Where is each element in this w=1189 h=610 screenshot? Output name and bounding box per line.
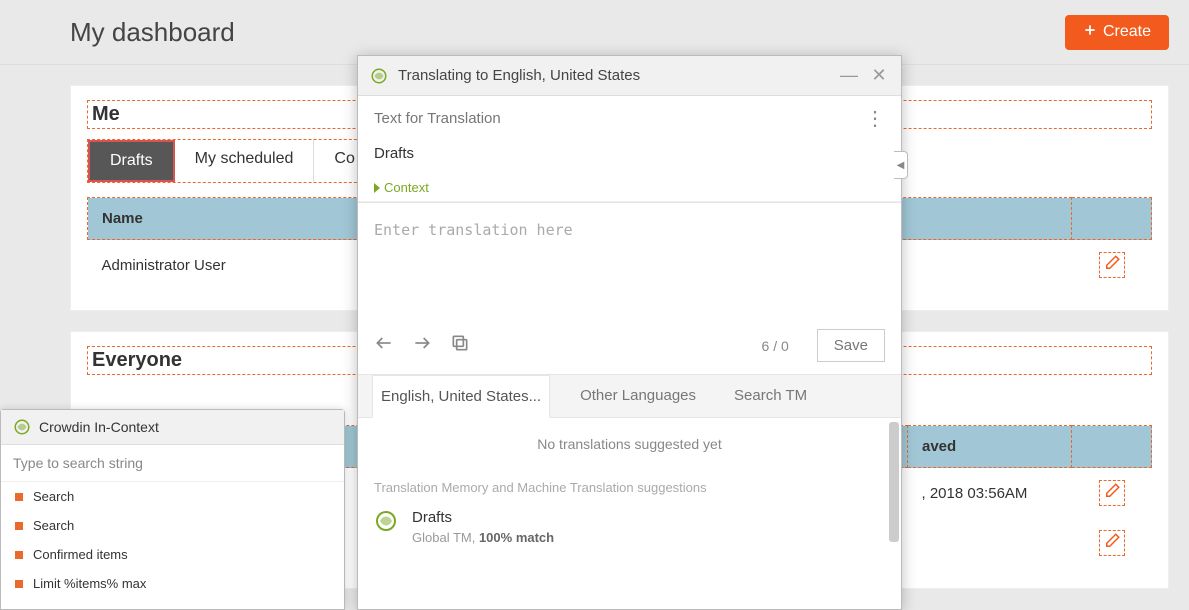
crowdin-item-label: Limit %items% max [33,576,146,591]
tab-drafts[interactable]: Drafts [88,140,175,182]
expand-handle[interactable]: ◀ [894,151,908,179]
crowdin-side-panel: Crowdin In-Context Type to search string… [0,409,345,610]
translation-input[interactable] [358,202,901,317]
more-menu-button[interactable]: ⋮ [865,115,885,123]
scrollbar[interactable] [889,422,899,542]
minimize-button[interactable]: — [839,65,859,86]
square-marker-icon [15,493,23,501]
no-suggestions-text: No translations suggested yet [374,436,885,452]
crowdin-logo-icon [374,509,398,533]
page-title: My dashboard [70,17,235,48]
crowdin-search-input[interactable]: Type to search string [1,445,344,482]
square-marker-icon [15,551,23,559]
text-for-translation-label: Text for Translation [374,110,501,127]
crowdin-logo-icon [13,418,31,436]
save-button[interactable]: Save [817,329,885,362]
suggestion-tab-search-tm[interactable]: Search TM [726,375,815,417]
tab-my-scheduled[interactable]: My scheduled [175,140,315,182]
crowdin-item[interactable]: Search [1,482,344,511]
arrow-left-icon [374,340,394,357]
crowdin-item[interactable]: Confirmed items [1,540,344,569]
crowdin-item-label: Confirmed items [33,547,128,562]
arrow-right-icon [412,340,432,357]
context-label: Context [384,180,429,195]
crowdin-item-label: Search [33,489,74,504]
edit-button[interactable] [1099,480,1125,506]
col-saved-everyone[interactable]: aved [908,426,1072,468]
create-button[interactable]: Create [1065,15,1169,50]
crowdin-item[interactable]: Limit %items% max [1,569,344,598]
tm-source: Global TM, [412,530,479,545]
pencil-icon [1103,532,1121,554]
edit-button[interactable] [1099,530,1125,556]
suggestion-tab-target[interactable]: English, United States... [372,375,550,418]
source-string: Drafts [374,145,885,162]
crowdin-item-label: Search [33,518,74,533]
close-button[interactable]: ✕ [869,65,889,86]
caret-right-icon [374,183,380,193]
tm-section-title: Translation Memory and Machine Translati… [374,480,885,495]
prev-string-button[interactable] [374,333,394,358]
cell-saved: , 2018 03:56AM [908,468,1072,519]
create-button-label: Create [1103,23,1151,41]
plus-icon [1083,23,1097,42]
square-marker-icon [15,580,23,588]
dialog-title-text: Translating to English, United States [398,67,640,84]
tm-text: Drafts [412,509,554,526]
suggestion-tab-other[interactable]: Other Languages [572,375,704,417]
next-string-button[interactable] [412,333,432,358]
col-action [1072,426,1152,468]
copy-source-button[interactable] [450,333,470,358]
edit-button[interactable] [1099,252,1125,278]
context-toggle[interactable]: Context [374,180,885,195]
col-action [1072,198,1152,240]
char-count: 6 / 0 [762,338,789,354]
translation-dialog: Translating to English, United States — … [357,55,902,610]
tm-suggestion[interactable]: Drafts Global TM, 100% match [374,509,885,545]
crowdin-side-title: Crowdin In-Context [39,419,159,435]
me-tabs: Drafts My scheduled Co [87,139,377,183]
pencil-icon [1103,482,1121,504]
copy-icon [450,340,470,357]
chevron-left-icon: ◀ [897,160,905,171]
crowdin-logo-icon [370,67,388,85]
square-marker-icon [15,522,23,530]
pencil-icon [1103,254,1121,276]
crowdin-item[interactable]: Search [1,511,344,540]
tm-match: 100% match [479,530,554,545]
